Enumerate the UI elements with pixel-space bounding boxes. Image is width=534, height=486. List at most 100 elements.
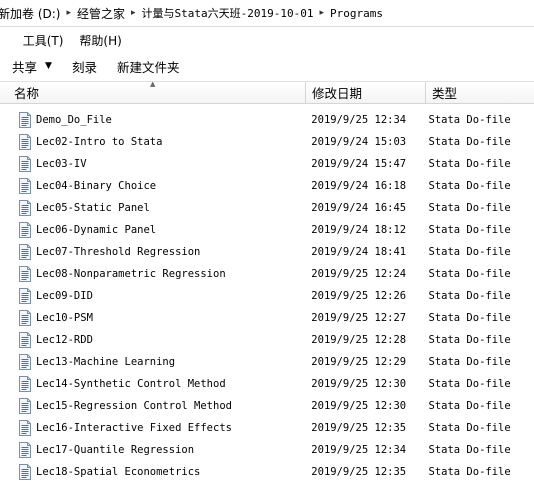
- file-date: 2019/9/25 12:34: [311, 114, 407, 126]
- file-date: 2019/9/24 16:45: [311, 202, 407, 214]
- breadcrumb-chevron-icon[interactable]: ▸: [316, 8, 329, 18]
- new-folder-button[interactable]: 新建文件夹: [107, 57, 190, 76]
- file-date: 2019/9/25 12:24: [311, 268, 407, 280]
- menu-item-partial[interactable]: ): [0, 33, 9, 47]
- file-type: Stata Do-file: [428, 114, 511, 126]
- file-name: Lec04-Binary Choice: [36, 180, 157, 192]
- file-name: Lec02-Intro to Stata: [36, 136, 163, 148]
- file-date: 2019/9/24 15:03: [311, 136, 407, 148]
- file-type: Stata Do-file: [428, 378, 511, 390]
- file-name: Lec16-Interactive Fixed Effects: [36, 422, 232, 434]
- stata-do-file-icon: [18, 354, 32, 370]
- file-date: 2019/9/24 16:18: [311, 180, 407, 192]
- command-toolbar: 共享 ▼ 刻录 新建文件夹: [0, 52, 534, 80]
- stata-do-file-icon: [18, 310, 32, 326]
- breadcrumb-chevron-icon[interactable]: ▸: [62, 8, 75, 18]
- address-bar[interactable]: 新加卷 (D:) ▸ 经管之家 ▸ 计量与Stata六天班-2019-10-01…: [0, 0, 534, 27]
- stata-do-file-icon: [18, 134, 32, 150]
- stata-do-file-icon: [18, 178, 32, 194]
- file-type: Stata Do-file: [428, 466, 511, 478]
- stata-do-file-icon: [18, 244, 32, 260]
- file-type: Stata Do-file: [428, 158, 511, 170]
- burn-button-label: 刻录: [71, 59, 97, 75]
- dropdown-arrow-icon: ▼: [45, 61, 52, 71]
- stata-do-file-icon: [18, 156, 32, 172]
- stata-do-file-icon: [18, 332, 32, 348]
- breadcrumb-folder-jingguan[interactable]: 经管之家: [75, 5, 127, 22]
- stata-do-file-icon: [18, 222, 32, 238]
- breadcrumb-chevron-icon[interactable]: ▸: [127, 8, 140, 18]
- file-row[interactable]: Lec18-Spatial Econometrics 2019/9/25 12:…: [0, 461, 534, 483]
- breadcrumb-folder-course[interactable]: 计量与Stata六天班-2019-10-01: [140, 5, 316, 21]
- file-type: Stata Do-file: [428, 290, 511, 302]
- file-row[interactable]: Lec13-Machine Learning 2019/9/25 12:29 S…: [0, 351, 534, 373]
- file-name: Lec10-PSM: [36, 312, 93, 324]
- column-header-name-label: 名称: [14, 86, 40, 101]
- stata-do-file-icon: [18, 266, 32, 282]
- file-row[interactable]: Lec17-Quantile Regression 2019/9/25 12:3…: [0, 439, 534, 461]
- file-row[interactable]: Lec05-Static Panel 2019/9/24 16:45 Stata…: [0, 197, 534, 219]
- file-row[interactable]: Lec14-Synthetic Control Method 2019/9/25…: [0, 373, 534, 395]
- file-date: 2019/9/24 15:47: [311, 158, 407, 170]
- file-row[interactable]: Lec08-Nonparametric Regression 2019/9/25…: [0, 263, 534, 285]
- file-name: Lec12-RDD: [36, 334, 93, 346]
- file-name: Lec13-Machine Learning: [36, 356, 176, 368]
- column-header: ▲ 名称 修改日期 类型: [0, 80, 534, 104]
- sort-up-icon: ▲: [150, 80, 156, 88]
- file-row[interactable]: Lec06-Dynamic Panel 2019/9/24 18:12 Stat…: [0, 219, 534, 241]
- column-header-name[interactable]: ▲ 名称: [0, 80, 306, 103]
- file-date: 2019/9/25 12:30: [311, 400, 407, 412]
- file-date: 2019/9/25 12:27: [311, 312, 407, 324]
- stata-do-file-icon: [18, 288, 32, 304]
- file-type: Stata Do-file: [428, 180, 511, 192]
- file-row[interactable]: Lec03-IV 2019/9/24 15:47 Stata Do-file: [0, 153, 534, 175]
- file-row[interactable]: Lec15-Regression Control Method 2019/9/2…: [0, 395, 534, 417]
- column-header-date[interactable]: 修改日期: [306, 82, 426, 103]
- file-row[interactable]: Lec02-Intro to Stata 2019/9/24 15:03 Sta…: [0, 131, 534, 153]
- file-type: Stata Do-file: [428, 224, 511, 236]
- file-type: Stata Do-file: [428, 312, 511, 324]
- column-header-type[interactable]: 类型: [426, 82, 534, 103]
- file-name: Demo_Do_File: [36, 114, 112, 126]
- file-type: Stata Do-file: [428, 422, 511, 434]
- burn-button[interactable]: 刻录: [62, 57, 107, 76]
- menu-item-help[interactable]: 帮助(H): [71, 32, 129, 49]
- file-row[interactable]: Lec04-Binary Choice 2019/9/24 16:18 Stat…: [0, 175, 534, 197]
- file-date: 2019/9/25 12:35: [311, 466, 407, 478]
- file-date: 2019/9/25 12:28: [311, 334, 407, 346]
- file-date: 2019/9/25 12:30: [311, 378, 407, 390]
- file-date: 2019/9/25 12:29: [311, 356, 407, 368]
- file-date: 2019/9/24 18:41: [311, 246, 407, 258]
- file-row[interactable]: Lec16-Interactive Fixed Effects 2019/9/2…: [0, 417, 534, 439]
- file-type: Stata Do-file: [428, 400, 511, 412]
- file-type: Stata Do-file: [428, 202, 511, 214]
- stata-do-file-icon: [18, 200, 32, 216]
- file-list: Demo_Do_File 2019/9/25 12:34 Stata Do-fi…: [0, 109, 534, 483]
- file-name: Lec15-Regression Control Method: [36, 400, 232, 412]
- file-type: Stata Do-file: [428, 334, 511, 346]
- breadcrumb-drive[interactable]: 新加卷 (D:): [0, 5, 62, 22]
- file-type: Stata Do-file: [428, 136, 511, 148]
- file-name: Lec03-IV: [36, 158, 87, 170]
- file-row[interactable]: Lec12-RDD 2019/9/25 12:28 Stata Do-file: [0, 329, 534, 351]
- menu-item-tools[interactable]: 工具(T): [15, 32, 72, 49]
- file-date: 2019/9/25 12:26: [311, 290, 407, 302]
- file-row[interactable]: Lec07-Threshold Regression 2019/9/24 18:…: [0, 241, 534, 263]
- stata-do-file-icon: [18, 464, 32, 480]
- file-name: Lec17-Quantile Regression: [36, 444, 195, 456]
- new-folder-button-label: 新建文件夹: [116, 59, 180, 75]
- breadcrumb-folder-programs[interactable]: Programs: [328, 7, 385, 20]
- file-row[interactable]: Demo_Do_File 2019/9/25 12:34 Stata Do-fi…: [0, 109, 534, 131]
- file-name: Lec07-Threshold Regression: [36, 246, 201, 258]
- column-header-date-label: 修改日期: [312, 86, 363, 101]
- file-row[interactable]: Lec09-DID 2019/9/25 12:26 Stata Do-file: [0, 285, 534, 307]
- file-date: 2019/9/25 12:34: [311, 444, 407, 456]
- column-header-type-label: 类型: [432, 86, 458, 101]
- file-type: Stata Do-file: [428, 444, 511, 456]
- file-type: Stata Do-file: [428, 268, 511, 280]
- file-date: 2019/9/25 12:35: [311, 422, 407, 434]
- file-name: Lec08-Nonparametric Regression: [36, 268, 226, 280]
- share-button-label: 共享: [12, 59, 38, 75]
- share-button[interactable]: 共享 ▼: [0, 57, 62, 76]
- file-row[interactable]: Lec10-PSM 2019/9/25 12:27 Stata Do-file: [0, 307, 534, 329]
